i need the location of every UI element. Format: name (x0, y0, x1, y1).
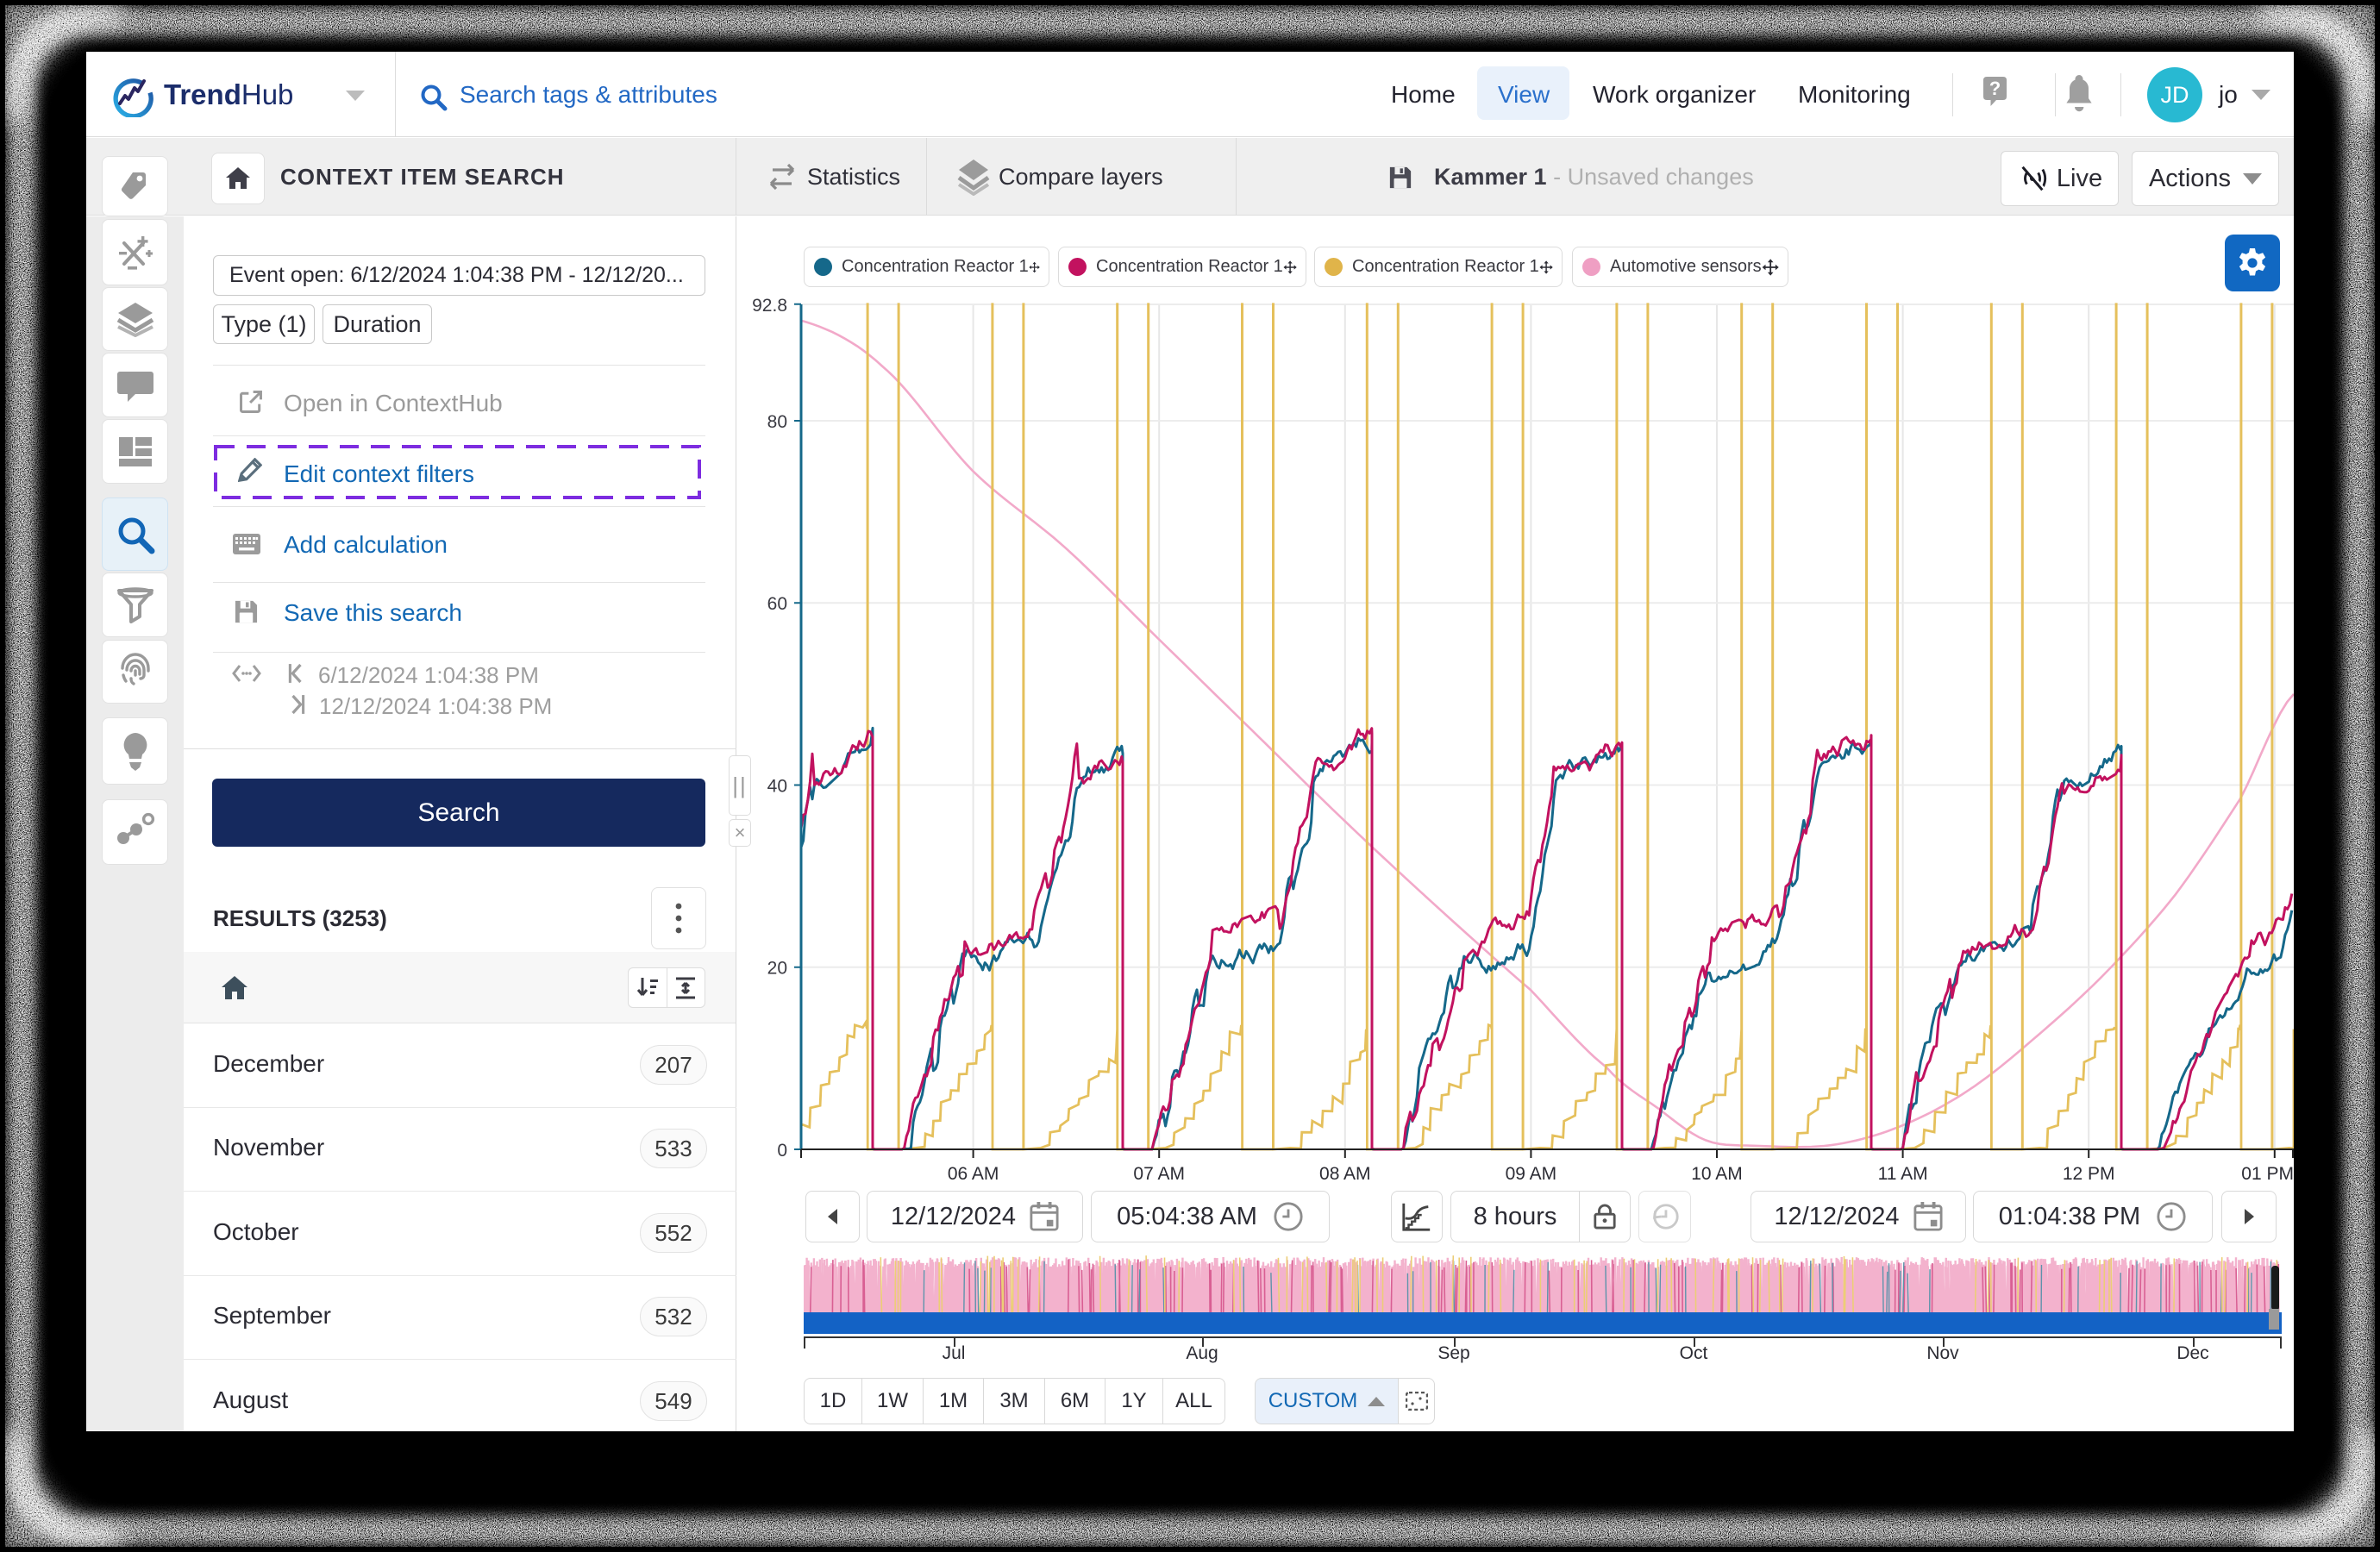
svg-text:92.8: 92.8 (752, 296, 787, 316)
svg-text:09 AM: 09 AM (1506, 1164, 1557, 1184)
svg-text:08 AM: 08 AM (1319, 1164, 1371, 1184)
svg-text:40: 40 (767, 777, 787, 797)
svg-text:60: 60 (767, 594, 787, 614)
svg-text:?: ? (1989, 78, 2001, 99)
svg-text:11 AM: 11 AM (1878, 1164, 1928, 1184)
svg-text:20: 20 (767, 959, 787, 979)
svg-text:06 AM: 06 AM (948, 1164, 999, 1184)
svg-text:10 AM: 10 AM (1691, 1164, 1743, 1184)
svg-text:80: 80 (767, 412, 787, 432)
svg-text:01 PM: 01 PM (2241, 1164, 2294, 1184)
svg-text:0: 0 (777, 1141, 787, 1161)
svg-text:07 AM: 07 AM (1133, 1164, 1185, 1184)
svg-text:12 PM: 12 PM (2063, 1164, 2115, 1184)
